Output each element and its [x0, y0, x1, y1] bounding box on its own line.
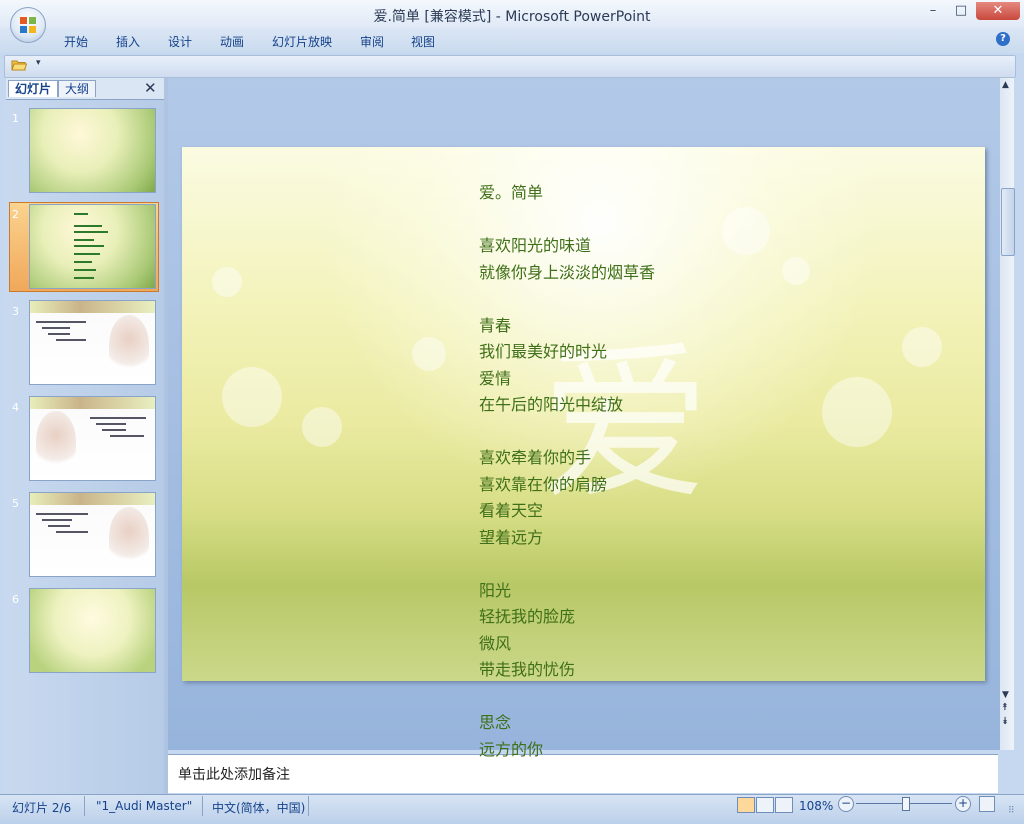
scroll-thumb[interactable]: [1001, 188, 1015, 256]
next-slide-icon[interactable]: ⯯: [1002, 717, 1008, 727]
tab-home[interactable]: 开始: [64, 33, 88, 50]
slide-number: 6: [12, 593, 19, 606]
zoom-out-icon[interactable]: −: [838, 796, 854, 812]
notes-placeholder[interactable]: 单击此处添加备注: [178, 764, 290, 784]
tab-slideshow[interactable]: 幻灯片放映: [272, 33, 332, 50]
slide-number: 2: [12, 208, 19, 221]
slide-number: 3: [12, 305, 19, 318]
help-icon[interactable]: ?: [996, 32, 1010, 46]
slide-thumbnail-6[interactable]: [29, 588, 156, 673]
tab-insert[interactable]: 插入: [116, 33, 140, 50]
quick-access-toolbar: [4, 55, 1016, 78]
panel-close-icon[interactable]: ✕: [144, 80, 157, 96]
slide-thumbnail-1[interactable]: [29, 108, 156, 193]
slideshow-view-icon[interactable]: [775, 797, 793, 813]
status-theme[interactable]: "1_Audi Master": [96, 799, 192, 813]
zoom-in-icon[interactable]: +: [955, 796, 971, 812]
slide-thumbnail-4[interactable]: [29, 396, 156, 481]
slide-thumbnail-5[interactable]: [29, 492, 156, 577]
resize-grip-icon[interactable]: ⠿: [1008, 806, 1015, 816]
scroll-down-icon[interactable]: ▼: [1002, 690, 1009, 700]
slide-number: 4: [12, 401, 19, 414]
open-folder-icon[interactable]: [11, 58, 27, 71]
vertical-scrollbar[interactable]: [1000, 78, 1014, 750]
tab-animation[interactable]: 动画: [220, 33, 244, 50]
zoom-slider-thumb[interactable]: [902, 797, 910, 811]
slide-thumbnail-3[interactable]: [29, 300, 156, 385]
scroll-up-icon[interactable]: ▲: [1002, 80, 1009, 90]
slide-number: 1: [12, 112, 19, 125]
slide-poem-text[interactable]: 爱。简单 喜欢阳光的味道 就像你身上淡淡的烟草香 青春 我们最美好的时光 爱情 …: [479, 180, 699, 763]
maximize-button[interactable]: □: [948, 2, 974, 20]
window-title: 爱.简单 [兼容模式] - Microsoft PowerPoint: [373, 9, 651, 25]
office-button[interactable]: [10, 7, 46, 43]
tab-outline[interactable]: 大纲: [58, 80, 97, 97]
slide-number: 5: [12, 497, 19, 510]
status-divider: [308, 796, 309, 816]
tab-design[interactable]: 设计: [168, 33, 192, 50]
status-language[interactable]: 中文(简体，中国): [212, 799, 305, 816]
fit-to-window-icon[interactable]: [979, 796, 995, 812]
tab-slides[interactable]: 幻灯片: [8, 80, 59, 97]
close-button[interactable]: ✕: [976, 2, 1020, 20]
status-divider: [84, 796, 85, 816]
tab-view[interactable]: 视图: [411, 33, 435, 50]
status-divider: [202, 796, 203, 816]
office-logo-icon: [20, 17, 36, 33]
slide-sorter-view-icon[interactable]: [756, 797, 774, 813]
zoom-level[interactable]: 108%: [799, 799, 833, 813]
tab-review[interactable]: 审阅: [360, 33, 384, 50]
status-slide-count: 幻灯片 2/6: [12, 801, 72, 815]
normal-view-icon[interactable]: [737, 797, 755, 813]
qat-dropdown-icon[interactable]: ▾: [36, 58, 41, 68]
minimize-button[interactable]: –: [920, 2, 946, 20]
previous-slide-icon[interactable]: ⯭: [1002, 703, 1008, 713]
ribbon-tab-bar: [0, 28, 1024, 53]
slide-thumbnail-2[interactable]: [29, 204, 156, 289]
